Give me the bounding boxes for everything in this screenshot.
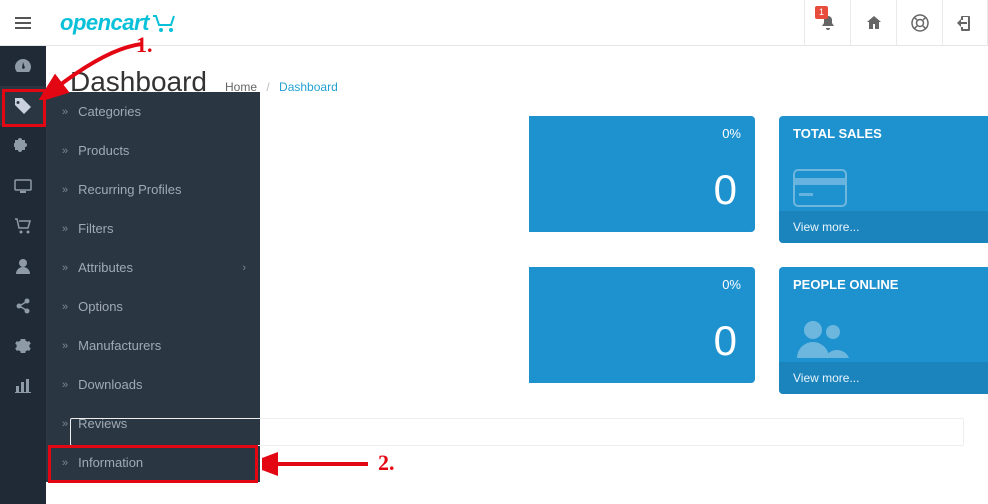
top-bar: opencart 1 (0, 0, 988, 46)
menu-toggle-button[interactable] (0, 0, 46, 46)
tag-icon (14, 97, 32, 115)
notifications-button[interactable]: 1 (804, 0, 850, 46)
rail-catalog[interactable] (0, 86, 46, 126)
rail-customers[interactable] (0, 246, 46, 286)
breadcrumb-current[interactable]: Dashboard (279, 80, 338, 94)
stat-card-total-sales: TOTAL SALES0% 0 View more... (779, 116, 988, 243)
rail-marketing[interactable] (0, 286, 46, 326)
home-button[interactable] (850, 0, 896, 46)
user-icon (15, 258, 31, 274)
desktop-icon (14, 179, 32, 193)
life-ring-icon (911, 14, 929, 32)
rail-dashboard[interactable] (0, 46, 46, 86)
cart-icon (151, 13, 179, 33)
puzzle-icon (14, 137, 32, 155)
home-icon (866, 15, 882, 31)
stat-pct: 0% (722, 126, 741, 141)
main-content: Dashboard Home / Dashboard 0% 0 TOTAL SA… (46, 46, 988, 504)
page-title: Dashboard (70, 66, 207, 98)
brand-text: opencart (60, 10, 149, 36)
stat-card-people-online: PEOPLE ONLINE 0 View more... (779, 267, 988, 394)
brand-logo[interactable]: opencart (46, 10, 193, 36)
help-button[interactable] (896, 0, 942, 46)
stat-title: TOTAL SALES (793, 126, 882, 141)
stat-card-bottom-left-peek: 0% 0 (529, 267, 755, 383)
logout-button[interactable] (942, 0, 988, 46)
stat-pct: 0% (722, 277, 741, 292)
stat-view-more[interactable]: View more... (779, 362, 988, 394)
rail-reports[interactable] (0, 366, 46, 406)
gear-icon (15, 338, 31, 354)
rail-design[interactable] (0, 166, 46, 206)
stat-value: 0 (714, 320, 737, 362)
empty-panel (70, 418, 964, 446)
rail-system[interactable] (0, 326, 46, 366)
breadcrumb: Home / Dashboard (225, 80, 338, 94)
shopping-cart-icon (14, 218, 32, 234)
bar-chart-icon (15, 379, 31, 393)
list-icon (15, 16, 31, 30)
users-icon (793, 318, 851, 358)
tachometer-icon (14, 57, 32, 75)
credit-card-icon (793, 169, 847, 207)
sign-out-icon (957, 15, 973, 31)
stat-title: PEOPLE ONLINE (793, 277, 898, 292)
sidebar-rail (0, 46, 46, 504)
stat-card-top-left-peek: 0% 0 (529, 116, 755, 232)
share-icon (15, 298, 31, 314)
stat-view-more[interactable]: View more... (779, 211, 988, 243)
stat-value: 0 (714, 169, 737, 211)
notif-badge: 1 (815, 6, 828, 19)
rail-sales[interactable] (0, 206, 46, 246)
rail-extensions[interactable] (0, 126, 46, 166)
breadcrumb-home[interactable]: Home (225, 80, 257, 94)
